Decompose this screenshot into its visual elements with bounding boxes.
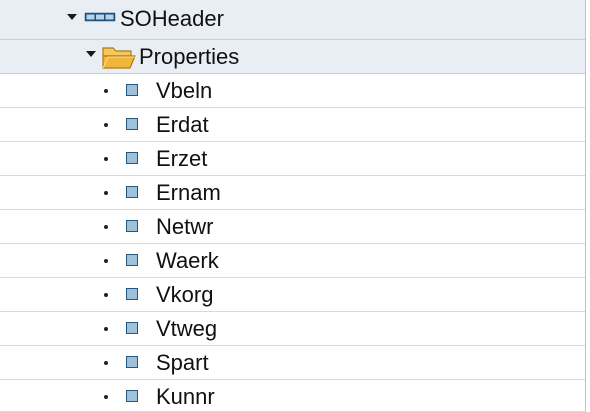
property-icon: [126, 356, 138, 368]
node-label-properties: Properties: [139, 44, 240, 69]
open-folder-icon: [102, 47, 136, 69]
bullet-icon: [104, 225, 108, 229]
bullet-icon: [104, 259, 108, 263]
structure-icon: [84, 12, 116, 22]
bullet-icon: [104, 327, 108, 331]
property-icon: [126, 152, 138, 164]
tree-leaf-erdat[interactable]: Erdat: [0, 108, 585, 142]
tree-leaf-spart[interactable]: Spart: [0, 346, 585, 380]
property-label: Kunnr: [156, 384, 215, 409]
property-icon: [126, 220, 138, 232]
property-label: Erdat: [156, 112, 209, 137]
property-label: Spart: [156, 350, 209, 375]
bullet-icon: [104, 361, 108, 365]
tree-node-properties[interactable]: Properties: [0, 40, 585, 74]
property-icon: [126, 254, 138, 266]
bullet-icon: [104, 191, 108, 195]
bullet-icon: [104, 293, 108, 297]
tree-leaf-netwr[interactable]: Netwr: [0, 210, 585, 244]
tree-view: SOHeader Properties Vbeln Erdat Erzet Er…: [0, 0, 586, 412]
tree-leaf-ernam[interactable]: Ernam: [0, 176, 585, 210]
bullet-icon: [104, 395, 108, 399]
property-icon: [126, 322, 138, 334]
tree-leaf-vbeln[interactable]: Vbeln: [0, 74, 585, 108]
bullet-icon: [104, 89, 108, 93]
property-icon: [126, 390, 138, 402]
property-label: Vkorg: [156, 282, 214, 307]
tree-leaf-erzet[interactable]: Erzet: [0, 142, 585, 176]
tree-node-soheader[interactable]: SOHeader: [0, 0, 585, 40]
property-icon: [126, 118, 138, 130]
property-label: Waerk: [156, 248, 219, 273]
property-icon: [126, 186, 138, 198]
node-label-soheader: SOHeader: [120, 6, 224, 31]
property-label: Vbeln: [156, 78, 213, 103]
tree-leaf-waerk[interactable]: Waerk: [0, 244, 585, 278]
property-icon: [126, 288, 138, 300]
property-label: Netwr: [156, 214, 214, 239]
expanded-caret-icon[interactable]: [67, 14, 77, 20]
property-label: Erzet: [156, 146, 208, 171]
property-icon: [126, 84, 138, 96]
tree-leaf-vkorg[interactable]: Vkorg: [0, 278, 585, 312]
bullet-icon: [104, 123, 108, 127]
tree-leaf-vtweg[interactable]: Vtweg: [0, 312, 585, 346]
bullet-icon: [104, 157, 108, 161]
tree-leaf-kunnr[interactable]: Kunnr: [0, 380, 585, 412]
expanded-caret-icon[interactable]: [86, 51, 96, 57]
property-label: Ernam: [156, 180, 221, 205]
property-label: Vtweg: [156, 316, 218, 341]
